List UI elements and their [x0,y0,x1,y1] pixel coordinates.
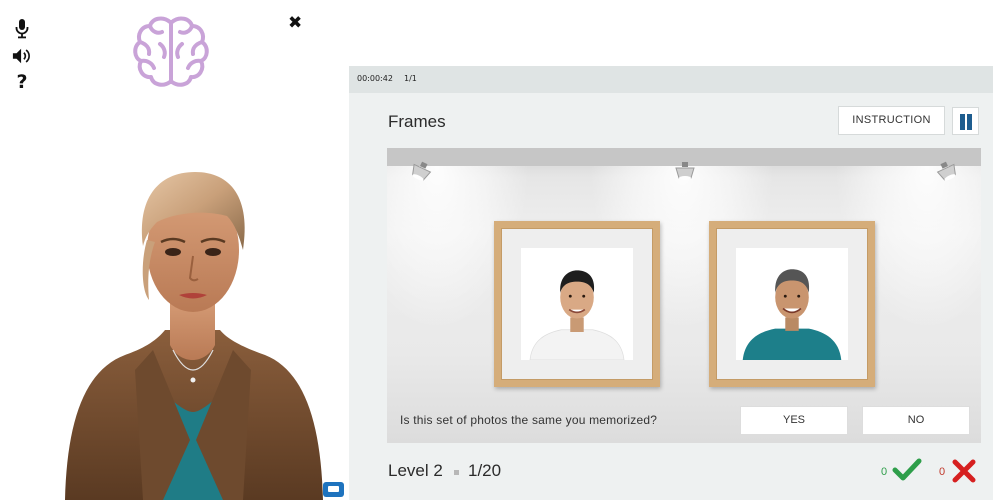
speaker-icon[interactable] [12,46,32,66]
avatar-assistant [65,172,323,500]
photo-frame-left [494,221,660,387]
brain-icon [133,16,209,87]
checkmark-icon [892,458,922,481]
chat-button[interactable] [323,482,344,497]
yes-button[interactable]: YES [740,406,848,435]
help-icon[interactable]: ? [12,71,32,93]
photo-frame-right [709,221,875,387]
wrong-count: 0 [939,466,946,478]
portrait-photo-right [736,248,848,360]
spotlight-icon [675,162,695,180]
game-panel: 00:00:42 1/1 Frames INSTRUCTION Is this … [349,66,993,500]
timer: 00:00:42 [357,74,393,83]
separator-dot [454,470,459,475]
level-label: Level 2 [388,461,443,480]
close-icon[interactable]: ✖ [288,13,302,33]
portrait-photo-left [521,248,633,360]
question-counter: 1/20 [468,461,502,480]
microphone-icon[interactable] [12,19,32,39]
cross-icon [952,459,976,483]
no-button[interactable]: NO [862,406,970,435]
game-title: Frames [388,112,446,131]
correct-count: 0 [881,466,888,478]
pause-button[interactable] [952,107,979,135]
status-bar: Level 2 1/20 0 0 [349,447,993,500]
gallery-stage [387,148,981,443]
session-progress: 1/1 [404,74,417,83]
question-text: Is this set of photos the same you memor… [400,413,658,427]
game-topbar: 00:00:42 1/1 [349,66,993,93]
instruction-button[interactable]: INSTRUCTION [838,106,945,135]
